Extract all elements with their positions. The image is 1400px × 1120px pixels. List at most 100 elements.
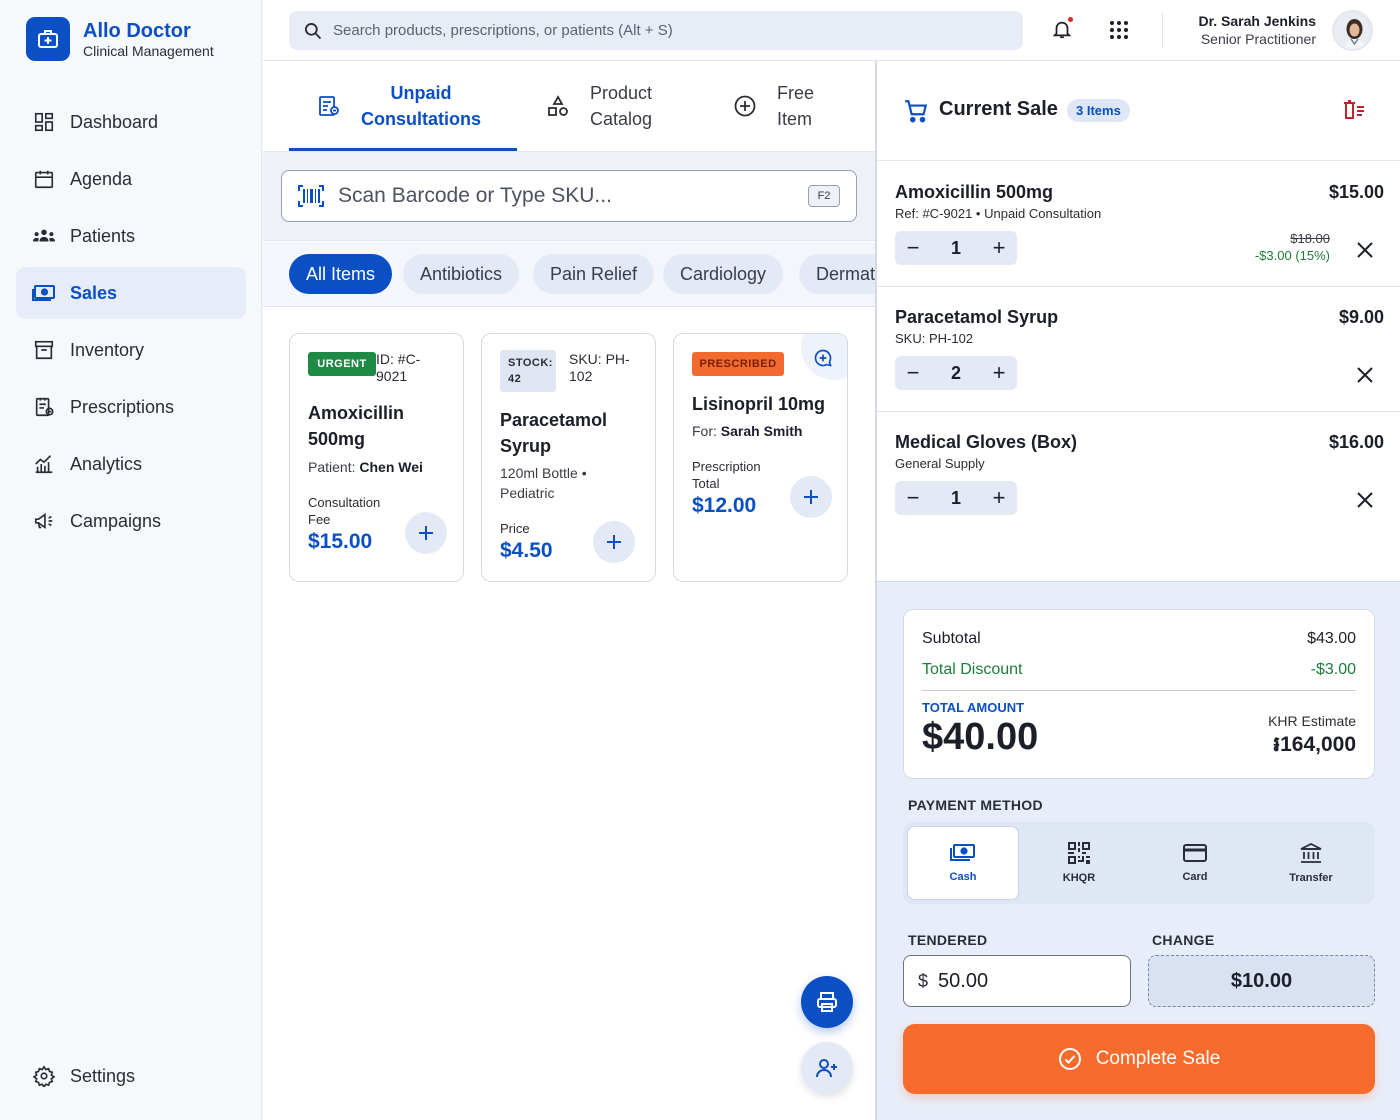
filter-chip-pain-relief[interactable]: Pain Relief: [533, 254, 655, 294]
card-title: Lisinopril 10mg: [692, 394, 826, 414]
consultation-card[interactable]: URGENT ID: #C- 9021 Amoxicillin 500mg Pati…: [289, 333, 464, 582]
apps-grid-button[interactable]: [1109, 20, 1129, 40]
user-info[interactable]: Dr. Sarah Jenkins Senior Practitioner: [1198, 13, 1316, 48]
global-search: [289, 11, 1023, 50]
tab-unpaid-consultations[interactable]: Unpaid Consultations: [317, 61, 481, 151]
original-price: $18.00: [1290, 231, 1330, 246]
add-patient-button[interactable]: [801, 1042, 853, 1094]
urgent-badge: URGENT: [308, 352, 376, 376]
tab-free-item[interactable]: Free Item: [733, 61, 814, 151]
filter-chip-antibiotics[interactable]: Antibiotics: [403, 254, 520, 294]
avatar[interactable]: [1332, 10, 1373, 51]
tab-label-line: Unpaid: [390, 83, 452, 103]
tendered-input[interactable]: [938, 969, 1119, 993]
decrease-button[interactable]: −: [895, 356, 931, 390]
document-list-icon: [317, 94, 341, 118]
sidebar-item-label: Dashboard: [70, 111, 159, 132]
add-to-cart-button[interactable]: [405, 512, 447, 554]
sidebar-item-label: Campaigns: [70, 510, 162, 531]
checkout-summary: Subtotal $43.00 Total Discount -$3.00 TO…: [877, 581, 1400, 1120]
current-sale-panel: Current Sale 3 Items Amoxicillin 500mg R…: [875, 61, 1400, 1120]
payment-method-label: PAYMENT METHOD: [908, 797, 1043, 813]
chat-plus-icon[interactable]: [813, 348, 833, 368]
consultation-id: ID: #C- 9021: [376, 351, 421, 384]
search-input[interactable]: [333, 22, 1013, 39]
sidebar-item-analytics[interactable]: Analytics: [16, 438, 246, 490]
sidebar-item-prescriptions[interactable]: Prescriptions: [16, 381, 246, 433]
card-price-label: Consultation Fee: [308, 495, 381, 527]
payment-method-label: KHQR: [1062, 872, 1096, 884]
sidebar-item-inventory[interactable]: Inventory: [16, 324, 246, 376]
add-to-cart-button[interactable]: [593, 521, 635, 563]
quantity-stepper: − 1 +: [895, 231, 1017, 265]
sidebar-item-dashboard[interactable]: Dashboard: [16, 96, 246, 148]
tab-label-line: Item: [777, 109, 813, 129]
increase-button[interactable]: +: [981, 481, 1017, 515]
tab-label-line: Consultations: [361, 109, 481, 129]
print-button[interactable]: [801, 976, 853, 1028]
clear-cart-button[interactable]: [1342, 99, 1366, 121]
decrease-button[interactable]: −: [895, 481, 931, 515]
cart-header: Current Sale 3 Items: [877, 61, 1400, 161]
sidebar-item-sales[interactable]: Sales: [16, 267, 246, 319]
remove-item-button[interactable]: [1356, 491, 1374, 509]
plus-icon: [802, 488, 820, 506]
prescription-icon: [32, 395, 56, 419]
cash-icon: [950, 843, 976, 863]
sidebar-item-label: Settings: [70, 1065, 136, 1086]
cart-title: Current Sale: [939, 98, 1058, 120]
total-amount: $40.00: [922, 716, 1039, 758]
shortcut-hint: F2: [808, 185, 840, 207]
card-patient: For: Sarah Smith: [692, 423, 803, 439]
khr-label: KHR Estimate: [1268, 713, 1356, 729]
product-sku: SKU: PH- 102: [569, 351, 630, 384]
add-to-cart-button[interactable]: [790, 476, 832, 518]
sidebar: Allo Doctor Clinical Management Dashboar…: [0, 0, 262, 1120]
sidebar-item-label: Sales: [70, 282, 118, 303]
sidebar-item-agenda[interactable]: Agenda: [16, 153, 246, 205]
complete-sale-button[interactable]: Complete Sale: [903, 1024, 1375, 1094]
line-price: $16.00: [1328, 432, 1384, 452]
decrease-button[interactable]: −: [895, 231, 931, 265]
prescribed-badge: PRESCRIBED: [692, 352, 784, 376]
credit-card-icon: [1183, 843, 1207, 863]
tab-label-line: Product: [590, 83, 653, 103]
user-name: Dr. Sarah Jenkins: [1198, 13, 1316, 29]
payment-transfer-button[interactable]: Transfer: [1255, 826, 1367, 900]
divider: [922, 690, 1356, 691]
product-card[interactable]: STOCK: 42 SKU: PH- 102 Paracetamol Syrup 12…: [481, 333, 656, 582]
tab-product-catalog[interactable]: Product Catalog: [546, 61, 652, 151]
filter-chip-cardiology[interactable]: Cardiology: [663, 254, 784, 294]
cart-line-item: Paracetamol Syrup SKU: PH-102 $9.00 − 2 …: [877, 286, 1400, 412]
remove-item-button[interactable]: [1356, 366, 1374, 384]
payment-method-label: Transfer: [1289, 872, 1333, 884]
prescription-card[interactable]: PRESCRIBED Lisinopril 10mg For: Sarah Sm…: [673, 333, 848, 582]
barcode-input[interactable]: [338, 184, 798, 208]
close-icon: [1356, 241, 1374, 259]
payment-cash-button[interactable]: Cash: [907, 826, 1019, 900]
sidebar-item-campaigns[interactable]: Campaigns: [16, 495, 246, 547]
stock-badge: STOCK: 42: [500, 350, 556, 392]
line-subtitle: SKU: PH-102: [895, 331, 974, 346]
filter-chip-dermatology[interactable]: Dermatology: [799, 254, 875, 294]
sidebar-item-patients[interactable]: Patients: [16, 210, 246, 262]
printer-icon: [815, 990, 839, 1014]
sidebar-item-settings[interactable]: Settings: [16, 1050, 246, 1102]
tab-label-line: Catalog: [590, 109, 653, 129]
brand: Allo Doctor Clinical Management: [26, 17, 214, 61]
tendered-label: TENDERED: [908, 932, 988, 948]
increase-button[interactable]: +: [981, 356, 1017, 390]
user-plus-icon: [815, 1056, 839, 1080]
increase-button[interactable]: +: [981, 231, 1017, 265]
cart-icon: [903, 98, 929, 124]
line-name: Paracetamol Syrup: [895, 307, 1059, 327]
payment-card-button[interactable]: Card: [1139, 826, 1251, 900]
filter-chip-all-items[interactable]: All Items: [289, 254, 393, 294]
payment-khqr-button[interactable]: KHQR: [1023, 826, 1135, 900]
notifications-button[interactable]: [1051, 17, 1073, 41]
active-tab-indicator: [289, 148, 517, 151]
remove-item-button[interactable]: [1356, 241, 1374, 259]
card-price: $15.00: [308, 530, 373, 553]
totals-card: Subtotal $43.00 Total Discount -$3.00 TO…: [903, 609, 1375, 779]
complete-sale-label: Complete Sale: [1095, 1048, 1221, 1069]
